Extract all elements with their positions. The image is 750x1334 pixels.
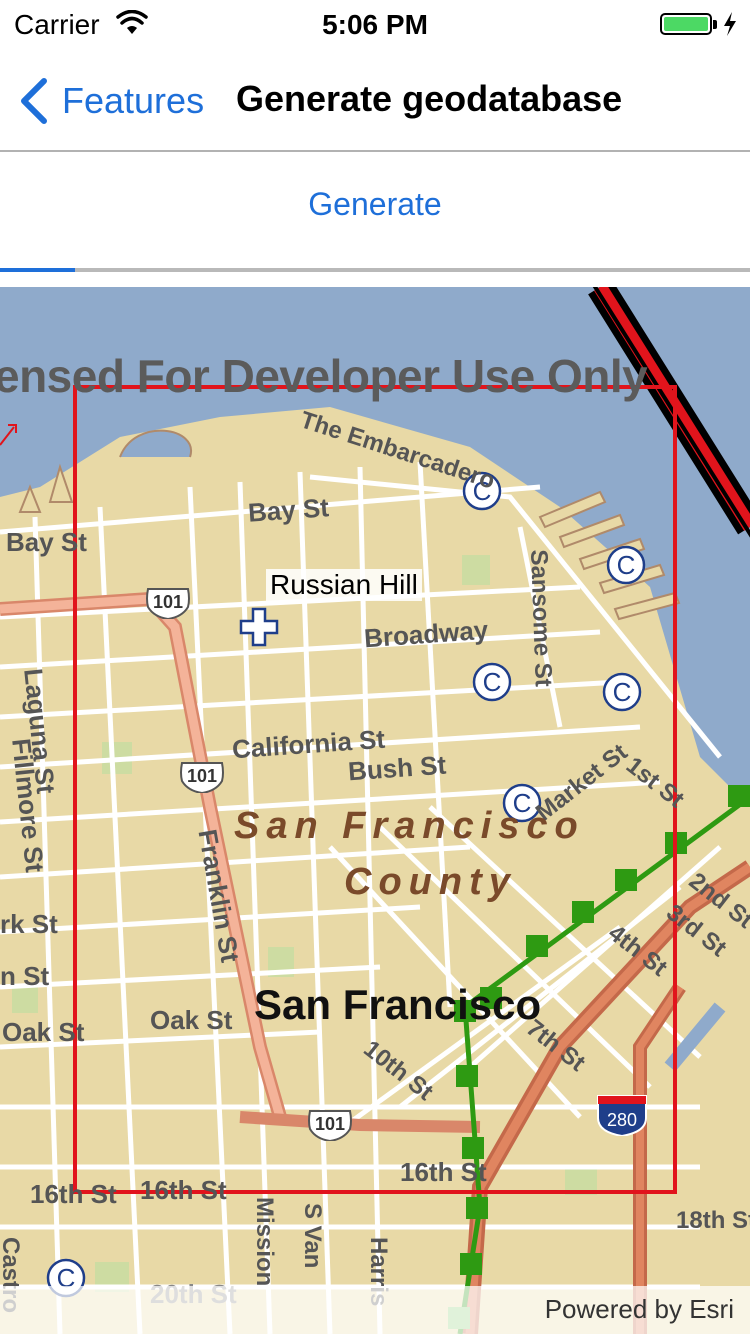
attribution-bar: Powered by Esri [0,1286,750,1334]
street-label-van-ness: S Van [299,1203,326,1269]
street-label-mission: Mission [251,1197,278,1287]
city-label: San Francisco [254,981,542,1028]
navigation-bar: Features Generate geodatabase [0,48,750,152]
street-label-sansome: Sansome St [525,549,557,688]
county-label-line2: County [344,861,517,903]
street-label-n: n St [0,961,50,991]
street-label-16th-east: 16th St [400,1157,487,1187]
chevron-left-icon [21,78,47,124]
place-label-russian-hill: Russian Hill [266,569,422,601]
attribution-text: Powered by Esri [544,1294,734,1324]
developer-watermark: ensed For Developer Use Only [0,350,648,402]
street-label-rk: rk St [0,909,58,939]
back-label: Features [62,80,205,121]
progress-bar [0,268,750,272]
svg-text:C: C [617,550,636,580]
street-label-oak-west: Oak St [2,1017,85,1047]
us101-shield-mid: 101 [178,761,226,793]
street-label-bay: Bay St [247,492,330,528]
svg-text:280: 280 [607,1110,637,1130]
page-title: Generate geodatabase [236,78,623,119]
map-view[interactable]: C C C C C C ensed For Developer Use Only… [0,287,750,1334]
svg-text:C: C [613,677,632,707]
street-label-bay-west: Bay St [6,527,87,557]
svg-text:C: C [483,667,502,697]
street-label-16th-west: 16th St [30,1179,117,1209]
status-bar: Carrier 5:06 PM [0,0,750,48]
battery-icon [660,13,712,35]
street-label-16th-mid: 16th St [140,1175,227,1205]
i280-shield: 280 [596,1092,648,1136]
generate-button[interactable]: Generate [0,186,750,223]
street-label-oak: Oak St [150,1005,233,1035]
progress-fill [0,268,75,272]
battery-tip [713,20,717,29]
status-time: 5:06 PM [322,9,428,40]
charging-bolt-icon [724,12,736,36]
us101-shield-north: 101 [144,587,192,619]
back-button[interactable]: Features [16,74,204,128]
us101-shield-south: 101 [306,1109,354,1141]
county-label-line1: San Francisco [234,805,585,847]
street-label-18th: 18th St [676,1207,750,1234]
toolbar: Generate [0,152,750,270]
